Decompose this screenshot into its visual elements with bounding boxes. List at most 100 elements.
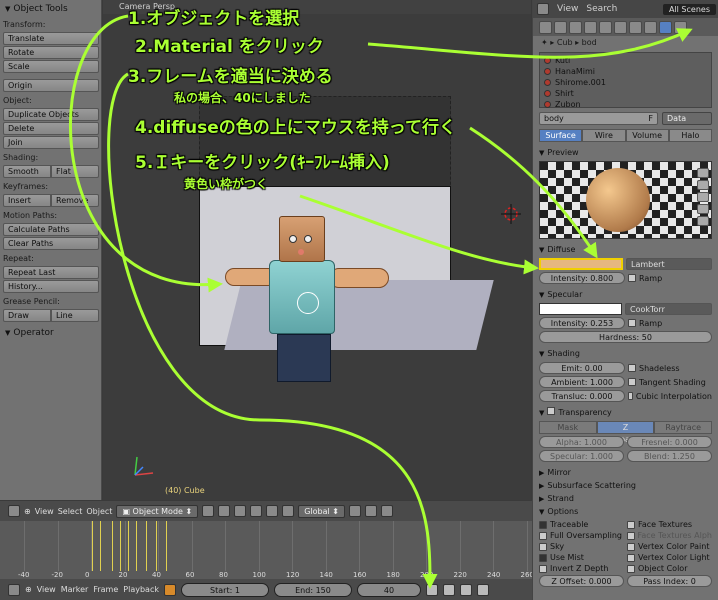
manipulator-toggle-icon[interactable] — [234, 505, 247, 517]
material-tab-icon[interactable] — [659, 20, 672, 34]
translucency-slider[interactable]: Transluc: 0.000 — [539, 390, 625, 402]
checkbox[interactable] — [628, 392, 633, 400]
preview-sphere-icon[interactable] — [697, 180, 709, 190]
keyframe-mark[interactable] — [120, 521, 121, 571]
manipulator-gizmo-icon[interactable] — [297, 292, 319, 314]
checkbox[interactable] — [539, 564, 547, 573]
play-reverse-icon[interactable] — [459, 583, 472, 596]
face-textures-toggle[interactable]: Face Textures — [627, 520, 712, 529]
keyframe-mark[interactable] — [112, 521, 113, 571]
sky-toggle[interactable]: Sky — [539, 542, 624, 551]
preview-monkey-icon[interactable] — [697, 204, 709, 214]
snap-icon[interactable] — [380, 505, 393, 517]
material-slot-list[interactable]: Kuti HanaMimi Shirome.001 Shirt Zubon — [539, 52, 712, 109]
checkbox[interactable] — [539, 520, 547, 529]
keyframe-mark[interactable] — [128, 521, 129, 571]
face-textures-alpha-toggle[interactable]: Face Textures Alph — [627, 531, 712, 540]
shadeless-toggle[interactable]: Shadeless — [628, 364, 712, 373]
view-menu[interactable]: View — [557, 4, 578, 14]
keyframe-mark[interactable] — [156, 521, 157, 571]
current-frame-field[interactable]: 40 — [356, 582, 421, 597]
translate-button[interactable]: Translate — [3, 32, 99, 45]
lock-layers-icon[interactable] — [364, 505, 377, 517]
tab-z-transparency[interactable]: Z Transparency — [596, 421, 655, 444]
scale-manipulator-icon[interactable] — [282, 505, 295, 517]
insert-keyframe-button[interactable]: Insert — [3, 194, 51, 207]
view-menu[interactable]: View — [37, 585, 56, 594]
preview-cube-icon[interactable] — [697, 192, 709, 202]
viewport-shading-icon[interactable] — [202, 505, 215, 517]
checkbox[interactable] — [539, 542, 547, 551]
keyframe-mark[interactable] — [166, 521, 167, 571]
list-item[interactable]: Kuti — [544, 55, 707, 66]
operator-header[interactable]: ▼ Operator — [3, 326, 98, 340]
editor-type-icon[interactable] — [8, 583, 20, 596]
full-oversampling-toggle[interactable]: Full Oversampling — [539, 531, 624, 540]
history-button[interactable]: History... — [3, 280, 99, 293]
flat-button[interactable]: Flat — [51, 165, 99, 178]
tab-wire[interactable]: Wire — [582, 129, 626, 142]
material-name-field[interactable]: body F — [539, 112, 658, 125]
mode-select[interactable]: ▣ Object Mode ⬍ — [116, 504, 199, 518]
layer-buttons-icon[interactable] — [348, 505, 361, 517]
tab-mask[interactable]: Mask — [539, 421, 597, 434]
specular-shader-select[interactable]: CookTorr — [625, 303, 712, 315]
scene-tab-icon[interactable] — [554, 20, 567, 34]
diffuse-header[interactable]: ▼ Diffuse — [535, 244, 716, 256]
data-tab-icon[interactable] — [629, 20, 642, 34]
draw-button[interactable]: Draw — [3, 309, 51, 322]
origin-button[interactable]: Origin — [3, 79, 99, 92]
checkbox[interactable] — [628, 319, 636, 327]
playback-menu[interactable]: Playback — [123, 585, 159, 594]
search-menu[interactable]: Search — [586, 4, 617, 14]
tab-halo[interactable]: Halo — [668, 129, 712, 142]
strand-header[interactable]: ▶ Strand — [535, 493, 716, 505]
object-tools-header[interactable]: ▼ Object Tools — [3, 2, 98, 16]
checkbox[interactable] — [628, 378, 636, 386]
character-legs[interactable] — [277, 334, 331, 382]
specular-intensity-slider[interactable]: Intensity: 0.253 — [539, 317, 625, 329]
specular-ramp-toggle[interactable]: Ramp — [628, 319, 712, 328]
checkbox[interactable] — [627, 542, 635, 551]
texture-tab-icon[interactable] — [674, 20, 687, 34]
checkbox[interactable] — [627, 531, 635, 540]
character-head[interactable] — [279, 216, 325, 262]
calculate-paths-button[interactable]: Calculate Paths — [3, 223, 99, 236]
editor-type-icon[interactable] — [537, 3, 549, 15]
fresnel-slider[interactable]: Fresnel: 0.000 — [627, 436, 712, 448]
sss-header[interactable]: ▶ Subsurface Scattering — [535, 480, 716, 492]
play-icon[interactable] — [476, 583, 489, 596]
checkbox[interactable] — [627, 564, 635, 573]
traceable-toggle[interactable]: Traceable — [539, 520, 624, 529]
scale-button[interactable]: Scale — [3, 60, 99, 73]
right-arm[interactable] — [329, 268, 389, 288]
list-item[interactable]: HanaMimi — [544, 66, 707, 77]
diffuse-intensity-slider[interactable]: Intensity: 0.800 — [539, 272, 625, 284]
vertex-color-paint-toggle[interactable]: Vertex Color Paint — [627, 542, 712, 551]
list-item[interactable]: Shirome.001 — [544, 77, 707, 88]
keyframe-mark[interactable] — [136, 521, 137, 571]
bone-tab-icon[interactable] — [644, 20, 657, 34]
checkbox[interactable] — [627, 553, 635, 562]
preview-hair-icon[interactable] — [697, 216, 709, 226]
diffuse-shader-select[interactable]: Lambert — [626, 258, 712, 270]
frame-menu[interactable]: Frame — [93, 585, 118, 594]
prev-keyframe-icon[interactable] — [442, 583, 455, 596]
hardness-slider[interactable]: Hardness: 50 — [539, 331, 712, 343]
modifiers-tab-icon[interactable] — [614, 20, 627, 34]
keyframe-mark[interactable] — [146, 521, 147, 571]
orientation-select[interactable]: Global ⬍ — [298, 504, 345, 518]
transparency-header[interactable]: ▼ Transparency — [535, 407, 716, 419]
remove-keyframe-button[interactable]: Remove — [51, 194, 99, 207]
list-item[interactable]: Shirt — [544, 88, 707, 99]
checkbox[interactable] — [539, 553, 547, 562]
duplicate-objects-button[interactable]: Duplicate Objects — [3, 108, 99, 121]
character-model[interactable] — [225, 214, 405, 390]
diffuse-color-swatch[interactable] — [539, 258, 623, 270]
pin-icon[interactable]: ✦ ▸ — [541, 38, 557, 47]
clear-paths-button[interactable]: Clear Paths — [3, 237, 99, 250]
line-button[interactable]: Line — [51, 309, 99, 322]
blend-slider[interactable]: Blend: 1.250 — [627, 450, 712, 462]
object-tab-icon[interactable] — [584, 20, 597, 34]
pivot-point-icon[interactable] — [218, 505, 231, 517]
